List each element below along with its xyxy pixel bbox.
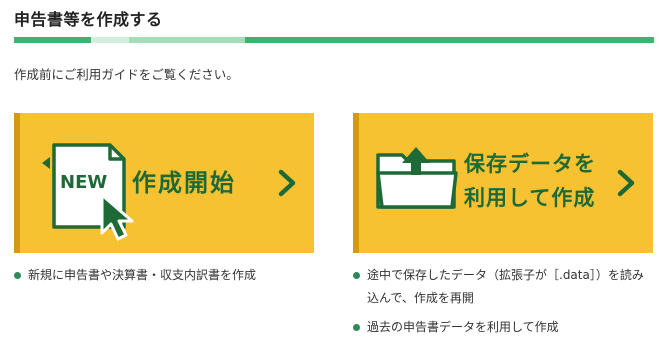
start-new-label: 作成開始 bbox=[132, 169, 236, 197]
progress-segment bbox=[91, 37, 129, 43]
step-progress-bar bbox=[14, 37, 654, 43]
progress-segment bbox=[14, 37, 91, 43]
new-badge: NEW bbox=[60, 172, 107, 193]
list-item: 過去の申告書データを利用して作成 bbox=[353, 316, 653, 339]
folder-upload-icon bbox=[376, 147, 458, 209]
start-new-button[interactable]: NEW 作成開始 bbox=[14, 113, 314, 253]
page-title: 申告書等を作成する bbox=[14, 10, 163, 29]
use-saved-data-button[interactable]: 保存データを 利用して作成 bbox=[353, 113, 653, 253]
saved-data-description-list: 途中で保存したデータ（拡張子が［.data］）を読み込んで、作成を再開 過去の申… bbox=[353, 264, 653, 339]
use-saved-data-label: 保存データを 利用して作成 bbox=[464, 147, 596, 215]
new-document-cursor-icon: NEW bbox=[42, 143, 134, 241]
intro-text: 作成前にご利用ガイドをご覧ください。 bbox=[14, 67, 239, 82]
start-new-description-list: 新規に申告書や決算書・収支内訳書を作成 bbox=[14, 264, 256, 287]
title-line: 保存データを bbox=[464, 152, 596, 176]
progress-segment bbox=[245, 37, 654, 43]
list-item: 途中で保存したデータ（拡張子が［.data］）を読み込んで、作成を再開 bbox=[353, 264, 653, 310]
list-item: 新規に申告書や決算書・収支内訳書を作成 bbox=[14, 264, 256, 287]
chevron-right-icon bbox=[278, 169, 296, 197]
progress-segment bbox=[129, 37, 245, 43]
chevron-right-icon bbox=[617, 169, 635, 197]
title-line: 利用して作成 bbox=[464, 186, 596, 210]
